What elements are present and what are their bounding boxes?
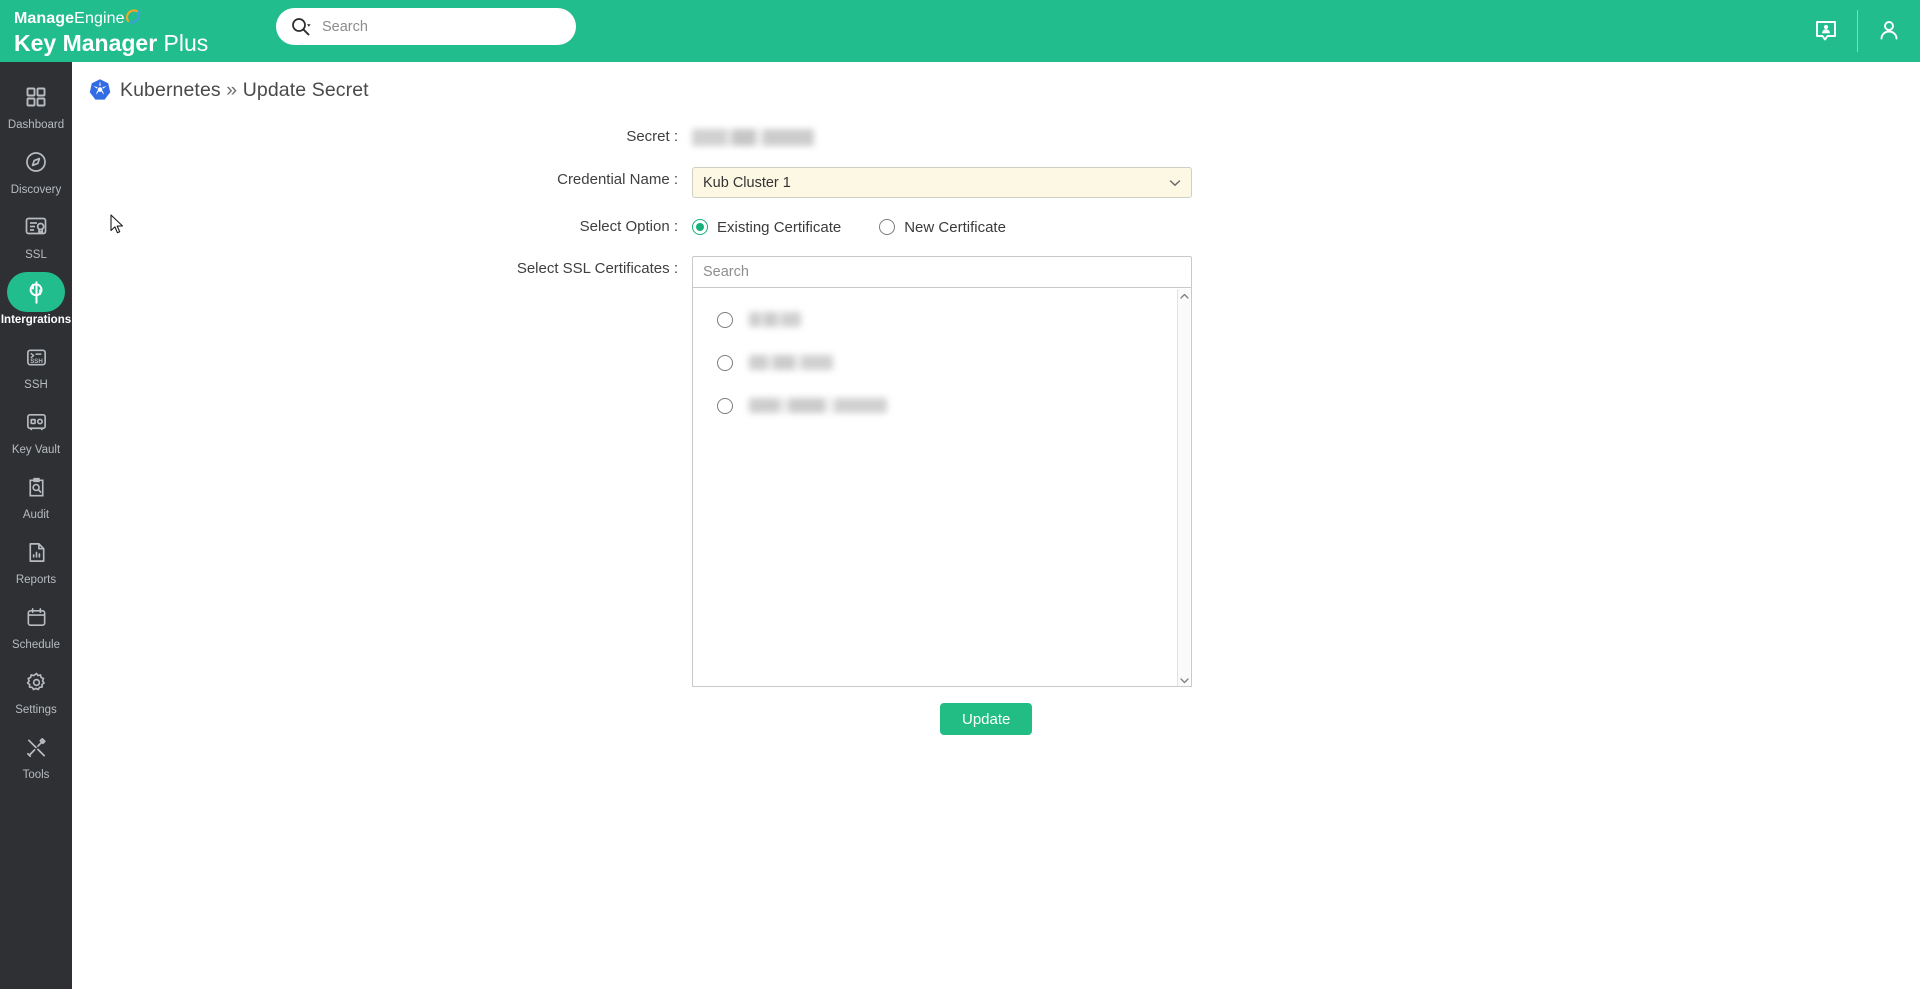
sidebar-label: SSH (24, 379, 48, 392)
certificate-label-redacted (749, 312, 801, 327)
sidebar-label: Schedule (12, 639, 60, 652)
secret-label: Secret : (626, 128, 678, 145)
update-secret-form: Secret : Credential Name : Kub Cluster 1 (72, 124, 1920, 735)
sidebar-item-schedule[interactable]: Schedule (0, 592, 72, 657)
clipboard-search-icon (7, 467, 65, 507)
form-row-secret: Secret : (72, 124, 1920, 151)
sidebar-item-discovery[interactable]: Discovery (0, 137, 72, 202)
company-name-light: Engine (74, 10, 125, 27)
certificate-radio[interactable] (717, 397, 733, 414)
ssl-certificates-panel (692, 256, 1192, 687)
grid-icon (7, 77, 65, 117)
safe-vault-icon (7, 402, 65, 442)
kubernetes-icon (88, 78, 112, 102)
scrollbar-track[interactable] (1178, 303, 1191, 673)
top-bar: ManageEngine Key Manager Plus (0, 0, 1920, 62)
form-actions: Update (72, 703, 1920, 735)
radio-option-new-certificate[interactable]: New Certificate (879, 219, 1006, 236)
calendar-icon (7, 597, 65, 637)
product-name-bold: Key Manager (14, 30, 158, 56)
user-profile-icon[interactable] (1858, 0, 1920, 62)
product-brand: ManageEngine Key Manager Plus (0, 7, 260, 55)
radio-new-certificate-label: New Certificate (904, 218, 1006, 236)
plug-icon (7, 272, 65, 313)
document-chart-icon (7, 532, 65, 572)
sidebar-label: Dashboard (7, 119, 65, 132)
chevron-down-icon[interactable] (1178, 673, 1191, 686)
secret-value-redacted (692, 129, 814, 146)
credential-name-value: Kub Cluster 1 (703, 174, 791, 191)
search-icon (290, 16, 312, 38)
select-option-radio-group: Existing Certificate New Certificate (692, 214, 1312, 240)
ssl-certificates-items (693, 288, 1191, 427)
ssl-certificates-scrollbar[interactable] (1177, 289, 1191, 686)
certificate-label-redacted (749, 398, 887, 413)
sidebar: Dashboard Discovery SSL Intergrations SS… (0, 62, 72, 989)
certificate-radio[interactable] (717, 354, 733, 371)
product-name: Key Manager Plus (14, 32, 260, 55)
certificate-radio[interactable] (717, 311, 733, 328)
compass-icon (7, 142, 65, 182)
form-row-credential-name: Credential Name : Kub Cluster 1 (72, 167, 1920, 198)
breadcrumb-separator: » (220, 78, 243, 101)
list-item[interactable] (693, 298, 1191, 341)
select-option-label: Select Option : (579, 218, 678, 235)
form-row-ssl-certificates: Select SSL Certificates : (72, 256, 1920, 687)
sidebar-label: Key Vault (11, 444, 61, 457)
chevron-down-icon (1167, 175, 1183, 191)
list-item[interactable] (693, 384, 1191, 427)
sidebar-item-intergrations[interactable]: Intergrations (0, 267, 72, 332)
tools-icon (7, 727, 65, 767)
breadcrumb-current: Update Secret (242, 78, 369, 101)
sidebar-item-key-vault[interactable]: Key Vault (0, 397, 72, 462)
chevron-up-icon[interactable] (1178, 289, 1191, 303)
sidebar-label: Intergrations (0, 314, 72, 327)
breadcrumb: Kubernetes » Update Secret (72, 62, 1920, 102)
sidebar-item-dashboard[interactable]: Dashboard (0, 72, 72, 137)
terminal-ssh-icon: SSH (7, 337, 65, 377)
secret-value-field (692, 124, 1312, 151)
radio-existing-certificate-label: Existing Certificate (717, 218, 842, 236)
form-row-select-option: Select Option : Existing Certificate New… (72, 214, 1920, 240)
page-title: Kubernetes » Update Secret (120, 79, 369, 102)
certificate-icon (7, 207, 65, 247)
company-name: ManageEngine (14, 7, 142, 27)
radio-new-certificate-input[interactable] (879, 219, 896, 235)
sidebar-label: Settings (15, 704, 57, 717)
product-name-light: Plus (157, 30, 209, 56)
sidebar-item-audit[interactable]: Audit (0, 462, 72, 527)
ssl-certificates-list (692, 287, 1192, 687)
gear-icon (7, 662, 65, 702)
breadcrumb-root: Kubernetes (120, 78, 221, 101)
top-bar-actions (1795, 0, 1920, 62)
sidebar-item-ssl[interactable]: SSL (0, 202, 72, 267)
sidebar-item-tools[interactable]: Tools (0, 722, 72, 787)
search-input[interactable] (322, 8, 562, 45)
certificate-label-redacted (749, 355, 833, 370)
main-content: Kubernetes » Update Secret Secret : Cred… (72, 62, 1920, 989)
sidebar-label: SSL (25, 249, 47, 262)
user-message-icon[interactable] (1795, 0, 1857, 62)
ssl-certificates-search-input[interactable] (692, 256, 1192, 287)
ssl-certificates-label: Select SSL Certificates : (516, 260, 678, 277)
credential-name-select[interactable]: Kub Cluster 1 (692, 167, 1192, 198)
credential-name-label: Credential Name : (557, 171, 678, 188)
company-name-bold: Manage (14, 10, 75, 27)
sidebar-label: Tools (22, 769, 50, 782)
sidebar-item-reports[interactable]: Reports (0, 527, 72, 592)
manageengine-swoosh-icon (125, 9, 142, 25)
sidebar-label: Discovery (10, 184, 62, 197)
sidebar-label: Reports (15, 574, 57, 587)
update-button[interactable]: Update (940, 703, 1033, 735)
list-item[interactable] (693, 341, 1191, 384)
sidebar-label: Audit (22, 509, 50, 522)
radio-option-existing-certificate[interactable]: Existing Certificate (692, 219, 841, 236)
app-root: ManageEngine Key Manager Plus Search Das… (0, 0, 1920, 989)
sidebar-item-ssh[interactable]: SSH SSH (0, 332, 72, 397)
svg-text:SSH: SSH (30, 358, 43, 365)
sidebar-item-settings[interactable]: Settings (0, 657, 72, 722)
global-search[interactable] (276, 8, 576, 45)
radio-existing-certificate-input[interactable] (692, 219, 708, 235)
